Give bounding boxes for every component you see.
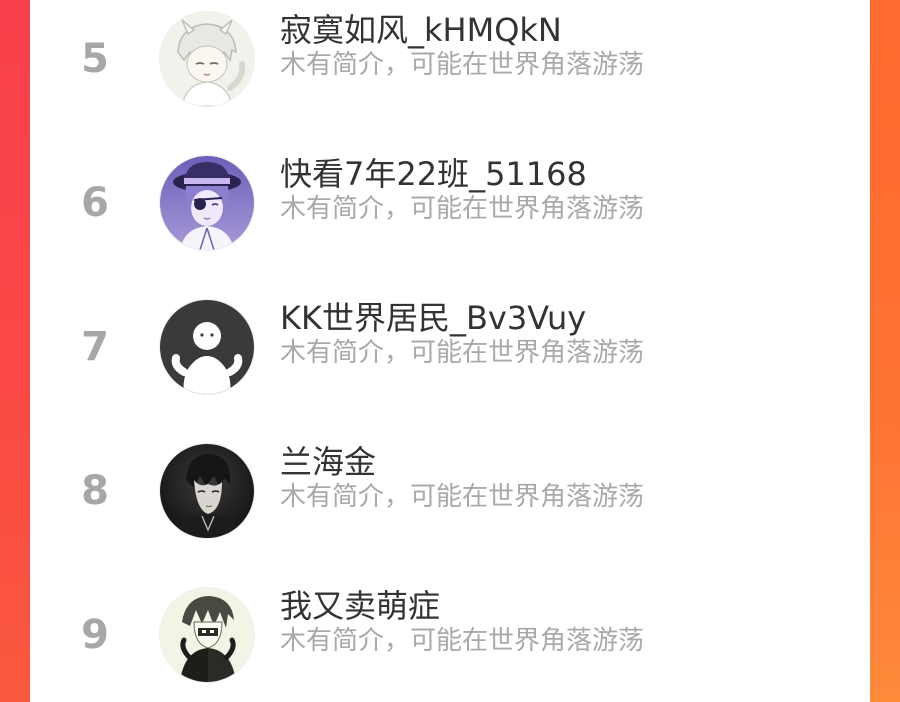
user-bio: 木有简介，可能在世界角落游荡 [280,626,645,656]
background-left-edge [0,0,30,702]
anime-purple-hat-boy-avatar-icon [160,156,254,250]
ranking-list-item[interactable]: 6 快看7年22班_51168 木有简介，可能在世界角落游荡 [30,144,870,264]
user-avatar[interactable] [160,588,254,682]
ranking-list-item[interactable]: 5 寂寞如风_kHMQkN 木有简介，可能在世界角落游荡 [30,0,870,120]
rank-number: 6 [81,180,109,226]
rank-number: 7 [81,324,109,370]
ranking-list-panel: 5 寂寞如风_kHMQkN 木有简介，可能在世界角落游荡 6 快看7年22班_5… [30,0,870,702]
dark-haired-man-avatar-icon [160,444,254,538]
user-name[interactable]: 我又卖萌症 [280,586,440,626]
user-bio: 木有简介，可能在世界角落游荡 [280,194,645,224]
rank-number: 9 [81,612,109,658]
user-name[interactable]: 快看7年22班_51168 [280,154,587,194]
user-name[interactable]: 兰海金 [280,442,376,482]
user-avatar[interactable] [160,156,254,250]
ranking-list-item[interactable]: 7 KK世界居民_Bv3Vuy 木有简介，可能在世界角落游荡 [30,288,870,408]
rank-number: 8 [81,468,109,514]
user-bio: 木有简介，可能在世界角落游荡 [280,50,645,80]
background-right-edge [870,0,900,702]
rank-number: 5 [81,36,109,82]
user-avatar[interactable] [160,300,254,394]
user-avatar[interactable] [160,444,254,538]
user-bio: 木有简介，可能在世界角落游荡 [280,482,645,512]
user-avatar[interactable] [160,12,254,106]
ranking-list-item[interactable]: 8 兰海金 木有简介，可能在世界角落游荡 [30,432,870,552]
user-name[interactable]: 寂寞如风_kHMQkN [280,10,562,50]
sketch-character-avatar-icon [160,588,254,682]
user-name[interactable]: KK世界居民_Bv3Vuy [280,298,586,338]
user-bio: 木有简介，可能在世界角落游荡 [280,338,645,368]
anime-white-hair-boy-avatar-icon [160,12,254,106]
default-ghost-avatar-icon [160,300,254,394]
ranking-list-item[interactable]: 9 我又卖萌症 木有简介，可能在世界角落游荡 [30,576,870,696]
